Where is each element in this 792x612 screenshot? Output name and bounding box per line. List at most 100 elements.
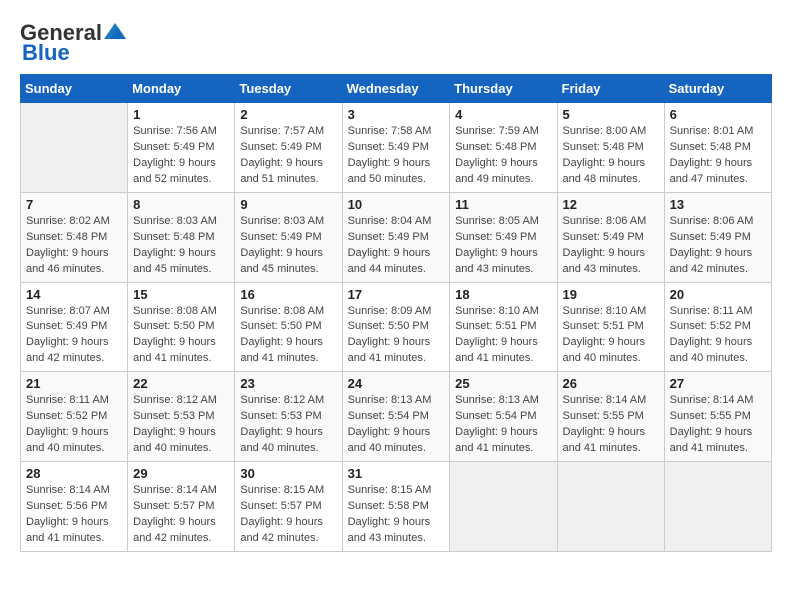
day-number: 9 <box>240 197 336 212</box>
day-info: Sunrise: 7:58 AMSunset: 5:49 PMDaylight:… <box>348 124 445 188</box>
day-info: Sunrise: 8:05 AMSunset: 5:49 PMDaylight:… <box>455 214 551 278</box>
day-number: 17 <box>348 287 445 302</box>
day-info: Sunrise: 8:13 AMSunset: 5:54 PMDaylight:… <box>455 393 551 457</box>
logo-blue: Blue <box>22 40 70 66</box>
day-info: Sunrise: 8:12 AMSunset: 5:53 PMDaylight:… <box>133 393 229 457</box>
day-number: 28 <box>26 466 122 481</box>
calendar-cell: 8Sunrise: 8:03 AMSunset: 5:48 PMDaylight… <box>128 192 235 282</box>
day-number: 29 <box>133 466 229 481</box>
day-number: 23 <box>240 376 336 391</box>
day-number: 30 <box>240 466 336 481</box>
day-info: Sunrise: 8:00 AMSunset: 5:48 PMDaylight:… <box>563 124 659 188</box>
calendar-cell: 10 Sunrise: 8:04 AMSunset: 5:49 PMDayligh… <box>342 192 450 282</box>
day-info: Sunrise: 8:11 AMSunset: 5:52 PMDaylight:… <box>26 393 122 457</box>
day-number: 27 <box>670 376 766 391</box>
day-number: 5 <box>563 107 659 122</box>
day-number: 20 <box>670 287 766 302</box>
page-header: General Blue <box>20 20 772 66</box>
day-info: Sunrise: 8:13 AMSunset: 5:54 PMDaylight:… <box>348 393 445 457</box>
day-number: 1 <box>133 107 229 122</box>
calendar-week-2: 7 Sunrise: 8:02 AMSunset: 5:48 PMDaylight… <box>21 192 772 282</box>
weekday-header-monday: Monday <box>128 75 235 103</box>
calendar-cell: 31 Sunrise: 8:15 AMSunset: 5:58 PMDayligh… <box>342 462 450 552</box>
day-number: 8 <box>133 197 229 212</box>
day-number: 19 <box>563 287 659 302</box>
calendar-cell <box>450 462 557 552</box>
day-number: 2 <box>240 107 336 122</box>
day-info: Sunrise: 8:12 AMSunset: 5:53 PMDaylight:… <box>240 393 336 457</box>
day-info: Sunrise: 8:11 AMSunset: 5:52 PMDaylight:… <box>670 304 766 368</box>
day-info: Sunrise: 7:56 AMSunset: 5:49 PMDaylight:… <box>133 124 229 188</box>
weekday-header-saturday: Saturday <box>664 75 771 103</box>
day-info: Sunrise: 8:04 AMSunset: 5:49 PMDaylight:… <box>348 214 445 278</box>
day-number: 16 <box>240 287 336 302</box>
day-number: 7 <box>26 197 122 212</box>
day-info: Sunrise: 8:07 AMSunset: 5:49 PMDaylight:… <box>26 304 122 368</box>
day-info: Sunrise: 8:06 AMSunset: 5:49 PMDaylight:… <box>670 214 766 278</box>
day-info: Sunrise: 8:14 AMSunset: 5:55 PMDaylight:… <box>670 393 766 457</box>
calendar-cell: 26Sunrise: 8:14 AMSunset: 5:55 PMDayligh… <box>557 372 664 462</box>
day-number: 31 <box>348 466 445 481</box>
day-info: Sunrise: 8:14 AMSunset: 5:56 PMDaylight:… <box>26 483 122 547</box>
calendar-cell: 1 Sunrise: 7:56 AMSunset: 5:49 PMDaylight… <box>128 103 235 193</box>
weekday-header-thursday: Thursday <box>450 75 557 103</box>
day-number: 10 <box>348 197 445 212</box>
calendar-cell: 12Sunrise: 8:06 AMSunset: 5:49 PMDayligh… <box>557 192 664 282</box>
calendar-table: SundayMondayTuesdayWednesdayThursdayFrid… <box>20 74 772 552</box>
day-number: 24 <box>348 376 445 391</box>
day-number: 22 <box>133 376 229 391</box>
calendar-cell <box>664 462 771 552</box>
calendar-cell: 29 Sunrise: 8:14 AMSunset: 5:57 PMDayligh… <box>128 462 235 552</box>
day-number: 11 <box>455 197 551 212</box>
weekday-header-sunday: Sunday <box>21 75 128 103</box>
calendar-cell: 13 Sunrise: 8:06 AMSunset: 5:49 PMDayligh… <box>664 192 771 282</box>
calendar-cell: 22 Sunrise: 8:12 AMSunset: 5:53 PMDayligh… <box>128 372 235 462</box>
calendar-cell: 6Sunrise: 8:01 AMSunset: 5:48 PMDaylight… <box>664 103 771 193</box>
day-info: Sunrise: 8:14 AMSunset: 5:57 PMDaylight:… <box>133 483 229 547</box>
day-number: 6 <box>670 107 766 122</box>
calendar-cell: 28 Sunrise: 8:14 AMSunset: 5:56 PMDayligh… <box>21 462 128 552</box>
calendar-cell: 21 Sunrise: 8:11 AMSunset: 5:52 PMDayligh… <box>21 372 128 462</box>
calendar-cell: 11 Sunrise: 8:05 AMSunset: 5:49 PMDayligh… <box>450 192 557 282</box>
calendar-cell: 27 Sunrise: 8:14 AMSunset: 5:55 PMDayligh… <box>664 372 771 462</box>
calendar-cell: 2 Sunrise: 7:57 AMSunset: 5:49 PMDaylight… <box>235 103 342 193</box>
calendar-cell: 16Sunrise: 8:08 AMSunset: 5:50 PMDayligh… <box>235 282 342 372</box>
day-info: Sunrise: 8:15 AMSunset: 5:58 PMDaylight:… <box>348 483 445 547</box>
calendar-cell: 14 Sunrise: 8:07 AMSunset: 5:49 PMDayligh… <box>21 282 128 372</box>
day-number: 25 <box>455 376 551 391</box>
day-number: 14 <box>26 287 122 302</box>
day-number: 21 <box>26 376 122 391</box>
calendar-week-1: 1 Sunrise: 7:56 AMSunset: 5:49 PMDaylight… <box>21 103 772 193</box>
day-number: 3 <box>348 107 445 122</box>
calendar-cell: 4 Sunrise: 7:59 AMSunset: 5:48 PMDaylight… <box>450 103 557 193</box>
calendar-header-row: SundayMondayTuesdayWednesdayThursdayFrid… <box>21 75 772 103</box>
calendar-cell: 30 Sunrise: 8:15 AMSunset: 5:57 PMDayligh… <box>235 462 342 552</box>
day-number: 18 <box>455 287 551 302</box>
day-number: 4 <box>455 107 551 122</box>
day-info: Sunrise: 7:57 AMSunset: 5:49 PMDaylight:… <box>240 124 336 188</box>
day-info: Sunrise: 8:03 AMSunset: 5:49 PMDaylight:… <box>240 214 336 278</box>
day-info: Sunrise: 8:10 AMSunset: 5:51 PMDaylight:… <box>455 304 551 368</box>
day-info: Sunrise: 8:14 AMSunset: 5:55 PMDaylight:… <box>563 393 659 457</box>
calendar-cell: 3 Sunrise: 7:58 AMSunset: 5:49 PMDaylight… <box>342 103 450 193</box>
calendar-cell: 17Sunrise: 8:09 AMSunset: 5:50 PMDayligh… <box>342 282 450 372</box>
calendar-week-5: 28 Sunrise: 8:14 AMSunset: 5:56 PMDayligh… <box>21 462 772 552</box>
calendar-cell: 5 Sunrise: 8:00 AMSunset: 5:48 PMDaylight… <box>557 103 664 193</box>
calendar-cell: 25 Sunrise: 8:13 AMSunset: 5:54 PMDayligh… <box>450 372 557 462</box>
calendar-cell: 20 Sunrise: 8:11 AMSunset: 5:52 PMDayligh… <box>664 282 771 372</box>
day-info: Sunrise: 8:02 AMSunset: 5:48 PMDaylight:… <box>26 214 122 278</box>
calendar-cell: 15Sunrise: 8:08 AMSunset: 5:50 PMDayligh… <box>128 282 235 372</box>
weekday-header-wednesday: Wednesday <box>342 75 450 103</box>
calendar-cell: 23 Sunrise: 8:12 AMSunset: 5:53 PMDayligh… <box>235 372 342 462</box>
calendar-cell: 19 Sunrise: 8:10 AMSunset: 5:51 PMDayligh… <box>557 282 664 372</box>
calendar-week-4: 21 Sunrise: 8:11 AMSunset: 5:52 PMDayligh… <box>21 372 772 462</box>
day-number: 12 <box>563 197 659 212</box>
calendar-cell <box>557 462 664 552</box>
day-info: Sunrise: 7:59 AMSunset: 5:48 PMDaylight:… <box>455 124 551 188</box>
day-number: 13 <box>670 197 766 212</box>
weekday-header-tuesday: Tuesday <box>235 75 342 103</box>
day-number: 15 <box>133 287 229 302</box>
day-info: Sunrise: 8:15 AMSunset: 5:57 PMDaylight:… <box>240 483 336 547</box>
calendar-cell: 7 Sunrise: 8:02 AMSunset: 5:48 PMDaylight… <box>21 192 128 282</box>
day-info: Sunrise: 8:10 AMSunset: 5:51 PMDaylight:… <box>563 304 659 368</box>
